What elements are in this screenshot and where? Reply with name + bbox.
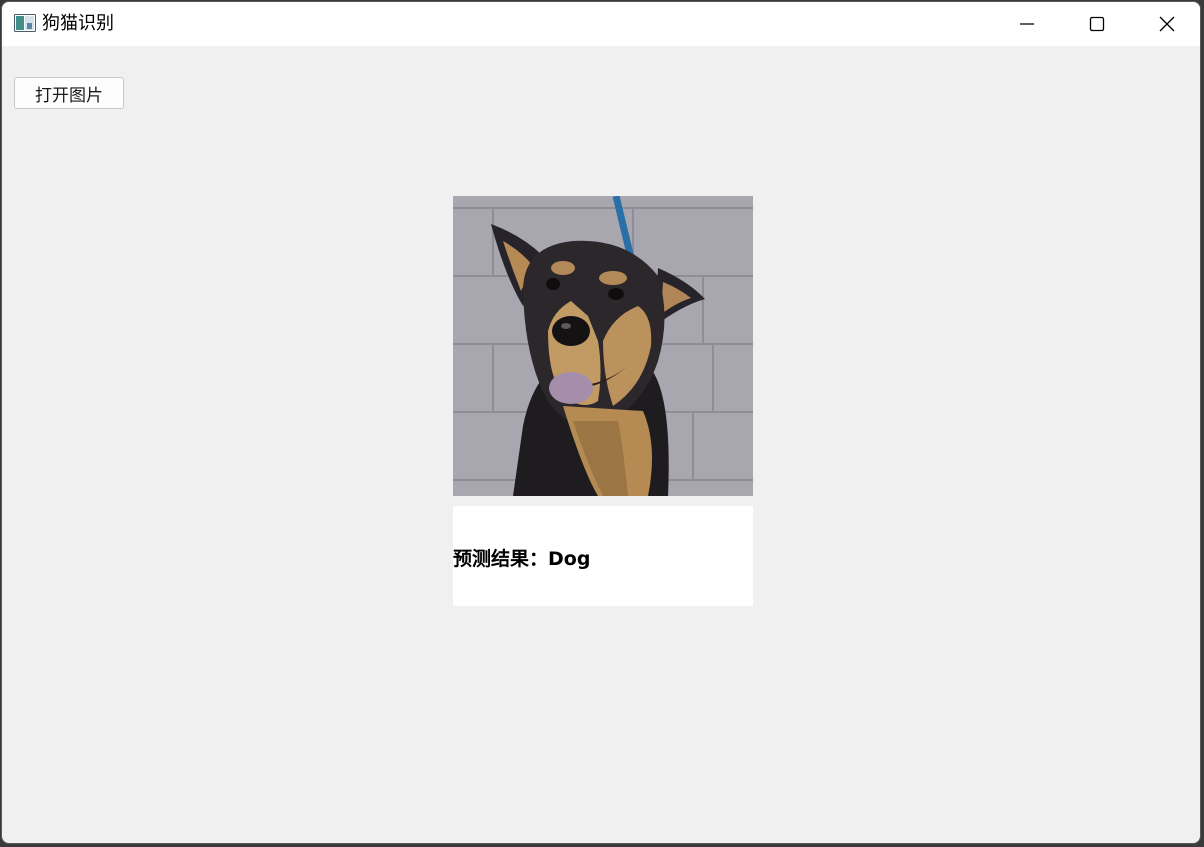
image-preview [453, 196, 753, 496]
app-window: 狗猫识别 打开图片 预测结果：Dog [1, 1, 1201, 844]
open-image-button[interactable]: 打开图片 [14, 77, 124, 109]
prediction-label: 预测结果： [453, 548, 549, 570]
close-button[interactable] [1132, 2, 1200, 46]
minimize-button[interactable] [992, 2, 1062, 46]
app-icon [14, 14, 36, 32]
close-icon [1159, 16, 1175, 32]
title-bar[interactable]: 狗猫识别 [2, 2, 1200, 46]
minimize-icon [1020, 23, 1034, 25]
maximize-button[interactable] [1062, 2, 1132, 46]
prediction-value: Dog [548, 548, 591, 570]
window-title: 狗猫识别 [42, 13, 114, 34]
dog-photo [453, 196, 753, 496]
result-panel: 预测结果：Dog [453, 506, 753, 606]
prediction-result: 预测结果：Dog [453, 544, 590, 571]
maximize-icon [1089, 16, 1105, 32]
